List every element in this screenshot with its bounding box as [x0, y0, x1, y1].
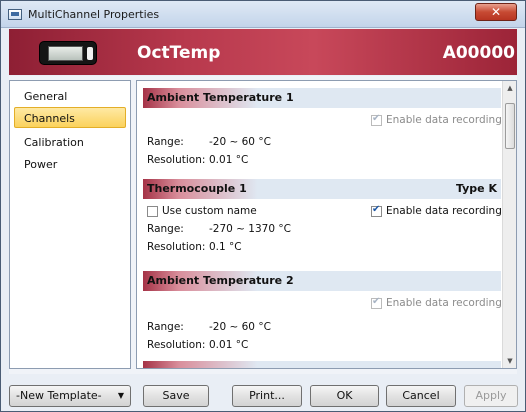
window-title: MultiChannel Properties — [28, 8, 160, 21]
device-icon — [39, 41, 97, 65]
cancel-button[interactable]: Cancel — [386, 385, 456, 407]
vertical-scrollbar[interactable]: ▲ ▼ — [502, 81, 516, 368]
enable-recording-checkbox[interactable] — [371, 113, 382, 126]
resolution-value: 0.1 °C — [209, 241, 242, 253]
range-label: Range: — [147, 136, 184, 148]
sidebar-item-power[interactable]: Power — [14, 153, 126, 174]
sidebar: General Channels Calibration Power — [9, 80, 131, 369]
device-header: OctTemp A00000 — [9, 29, 517, 75]
range-label: Range: — [147, 223, 184, 235]
app-icon — [8, 9, 22, 20]
chevron-down-icon: ▼ — [117, 391, 124, 400]
enable-recording-label: Enable data recording — [386, 297, 502, 309]
resolution-label: Resolution: — [147, 339, 206, 351]
channel-title: Ambient Temperature 2 — [147, 274, 294, 287]
sidebar-item-general[interactable]: General — [14, 85, 126, 106]
device-serial: A00000 — [442, 43, 515, 63]
channel-header — [143, 361, 501, 368]
resolution-value: 0.01 °C — [209, 154, 249, 166]
scroll-down-icon[interactable]: ▼ — [505, 355, 515, 367]
scrollbar-thumb[interactable] — [505, 103, 515, 149]
range-value: -20 ~ 60 °C — [209, 136, 271, 148]
channel-header: Ambient Temperature 1 — [143, 88, 501, 108]
print-button[interactable]: Print... — [232, 385, 302, 407]
range-value: -270 ~ 1370 °C — [209, 223, 291, 235]
range-label: Range: — [147, 321, 184, 333]
resolution-label: Resolution: — [147, 154, 206, 166]
range-value: -20 ~ 60 °C — [209, 321, 271, 333]
apply-button[interactable]: Apply — [464, 385, 518, 407]
channel-header: Thermocouple 1 Type K — [143, 179, 501, 199]
channel-title: Ambient Temperature 1 — [147, 91, 294, 104]
scroll-up-icon[interactable]: ▲ — [505, 82, 515, 94]
title-bar[interactable]: MultiChannel Properties ✕ — [1, 1, 525, 28]
enable-recording-checkbox[interactable] — [371, 204, 382, 217]
sidebar-item-channels[interactable]: Channels — [14, 107, 126, 128]
channels-panel: Ambient Temperature 1 Enable data record… — [136, 80, 517, 369]
template-select-value: -New Template- — [16, 389, 102, 402]
sidebar-item-calibration[interactable]: Calibration — [14, 131, 126, 152]
close-button[interactable]: ✕ — [475, 3, 517, 21]
save-button[interactable]: Save — [143, 385, 209, 407]
template-select[interactable]: -New Template- ▼ — [9, 385, 131, 407]
enable-recording-label: Enable data recording — [386, 114, 502, 126]
custom-name-label: Use custom name — [162, 205, 257, 217]
enable-recording-checkbox[interactable] — [371, 296, 382, 309]
ok-button[interactable]: OK — [310, 385, 379, 407]
resolution-value: 0.01 °C — [209, 339, 249, 351]
device-name: OctTemp — [137, 43, 221, 63]
enable-recording-label: Enable data recording — [386, 205, 502, 217]
channel-header: Ambient Temperature 2 — [143, 271, 501, 291]
custom-name-checkbox[interactable] — [147, 206, 158, 217]
properties-window: MultiChannel Properties ✕ OctTemp A00000… — [0, 0, 526, 412]
resolution-label: Resolution: — [147, 241, 206, 253]
channel-title: Thermocouple 1 — [147, 182, 247, 195]
channel-type: Type K — [455, 182, 497, 195]
